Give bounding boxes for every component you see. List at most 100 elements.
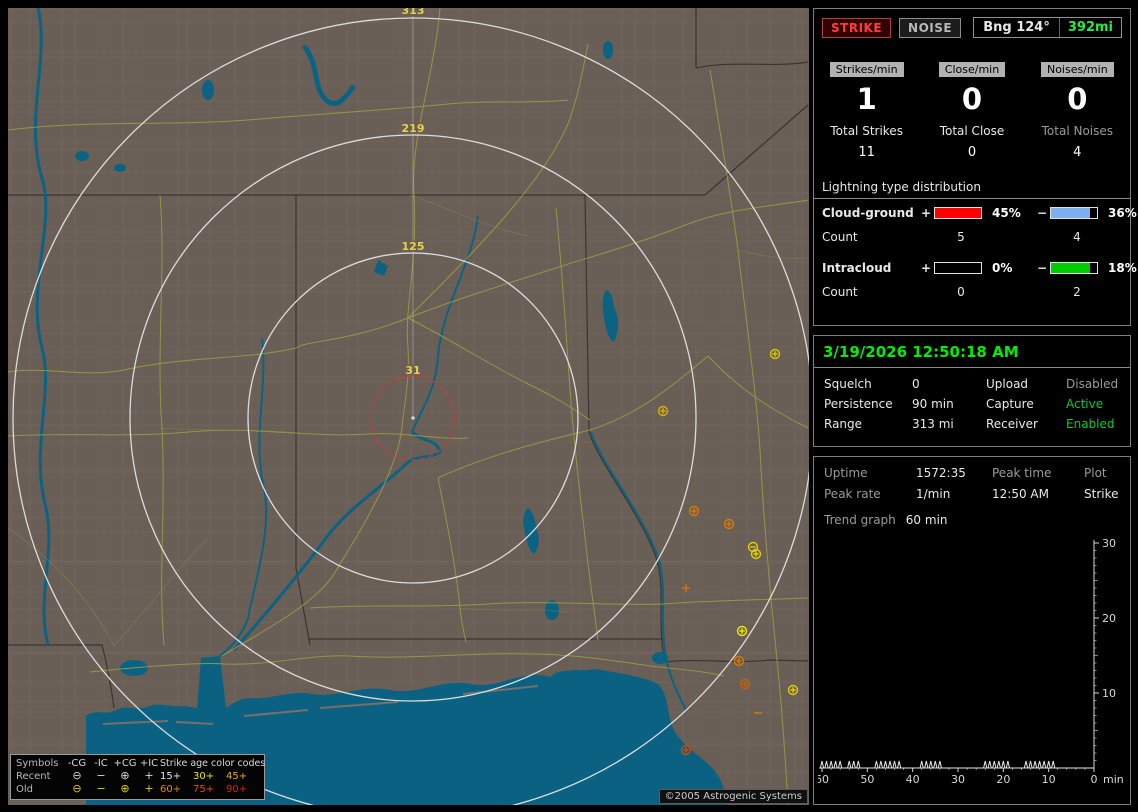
upload-value: Disabled (1066, 377, 1119, 391)
age-code-90: 90+ (226, 784, 248, 795)
positive-sign: + (920, 206, 932, 220)
svg-text:50: 50 (860, 773, 874, 785)
svg-text:20: 20 (1102, 612, 1116, 625)
cg-positive-bar (934, 207, 982, 219)
positive-sign: + (920, 261, 932, 275)
squelch-value: 0 (912, 377, 920, 391)
range-ring-label: 125 (402, 240, 425, 253)
age-code-60: 60+ (160, 784, 182, 795)
control-panel: STRIKE NOISE Bng 124° 392mi Strikes/min … (813, 8, 1137, 805)
cg-count-label: Count (822, 230, 858, 244)
svg-text:30: 30 (1102, 537, 1116, 550)
status-section: 3/19/2026 12:50:18 AM Squelch 0 Upload D… (813, 335, 1131, 447)
age-code-15: 15+ (160, 771, 182, 782)
intracloud-count-row: Count 0 2 (814, 280, 1130, 304)
strikes-per-min-button[interactable]: Strikes/min (829, 62, 904, 77)
age-code-30: 30+ (193, 771, 215, 782)
trend-graph-canvas: 30 20 10 60 50 40 30 20 10 0 min (815, 537, 1124, 786)
peak-time-value: 12:50 AM (992, 487, 1049, 501)
ic-positive-bar (934, 262, 982, 274)
close-per-min-button[interactable]: Close/min (938, 62, 1006, 77)
ic-negative-percent: 18% (1108, 261, 1137, 275)
trend-graph-label: Trend graph (824, 513, 896, 527)
range-ring-label: 219 (402, 122, 425, 135)
uptime-label: Uptime (824, 466, 868, 480)
svg-text:20: 20 (996, 773, 1010, 785)
range-value: 313 mi (912, 417, 954, 431)
age-code-75: 75+ (193, 784, 215, 795)
range-ring-label: 313 (402, 8, 425, 17)
trend-graph-window: 60 min (905, 513, 948, 527)
total-noises-label: Total Noises (1041, 124, 1114, 138)
svg-text:min: min (1103, 773, 1124, 785)
strikes-per-min-value: 1 (856, 82, 877, 116)
svg-text:30: 30 (951, 773, 965, 785)
legend-row-recent: Recent (16, 771, 51, 782)
total-noises-value: 4 (1073, 145, 1082, 160)
cg-positive-count: 5 (957, 230, 965, 244)
age-code-45: 45+ (226, 771, 248, 782)
copyright-notice: ©2005 Astrogenic Systems (658, 789, 808, 804)
noises-per-min-value: 0 (1067, 82, 1088, 116)
bearing-readout: Bng 124° 392mi (973, 17, 1122, 38)
cg-negative-percent: 36% (1108, 206, 1137, 220)
intracloud-row: Intracloud + 0% − 18% (814, 256, 1137, 280)
pos-ic-old-icon: + (144, 782, 154, 795)
map-view[interactable]: 313 219 125 31 Symbols -CG -IC +CG +IC Stri… (8, 8, 809, 805)
ic-negative-count: 2 (1073, 285, 1081, 299)
persistence-label: Persistence (824, 397, 893, 411)
legend-row-old: Old (16, 784, 33, 795)
svg-text:60: 60 (818, 773, 829, 785)
persistence-value: 90 min (912, 397, 954, 411)
total-strikes-value: 11 (858, 145, 875, 160)
total-close-value: 0 (967, 145, 977, 160)
squelch-label: Squelch (824, 377, 872, 391)
ic-positive-count: 0 (957, 285, 965, 299)
cloud-ground-count-row: Count 5 4 (814, 225, 1130, 249)
strikes-column: Strikes/min 1 Total Strikes 11 (814, 58, 919, 160)
noise-toggle-button[interactable]: NOISE (899, 17, 962, 38)
negative-sign: − (1036, 261, 1048, 275)
peak-time-label: Peak time (992, 466, 1052, 480)
svg-text:10: 10 (1102, 687, 1116, 700)
uptime-value: 1572:35 (916, 466, 966, 480)
peak-rate-value: 1/min (916, 487, 951, 501)
receiver-value: Enabled (1066, 417, 1115, 431)
cg-negative-bar (1050, 207, 1098, 219)
neg-cg-old-icon: ⊖ (72, 782, 82, 795)
noises-column: Noises/min 0 Total Noises 4 (1025, 58, 1130, 160)
close-per-min-value: 0 (961, 82, 983, 116)
plot-label: Plot (1084, 466, 1107, 480)
stats-section: STRIKE NOISE Bng 124° 392mi Strikes/min … (813, 8, 1137, 326)
strike-toggle-button[interactable]: STRIKE (822, 17, 892, 38)
ic-positive-percent: 0% (992, 261, 1013, 275)
upload-label: Upload (986, 377, 1029, 391)
legend-age-header: Strike age color codes (160, 758, 266, 769)
lightning-tracker-app: { "map": { "ring_labels": [ {"text": "31… (0, 0, 1138, 812)
cg-positive-percent: 45% (992, 206, 1021, 220)
range-ring-label: 31 (405, 364, 420, 377)
ic-negative-bar (1050, 262, 1098, 274)
date-time: 3/19/2026 12:50:18 AM (814, 336, 1130, 368)
total-strikes-label: Total Strikes (830, 124, 903, 138)
total-close-label: Total Close (939, 124, 1005, 138)
svg-text:40: 40 (906, 773, 920, 785)
trend-section: Uptime 1572:35 Peak time Plot Peak rate … (813, 456, 1131, 805)
svg-text:10: 10 (1042, 773, 1056, 785)
noises-per-min-button[interactable]: Noises/min (1040, 62, 1114, 77)
bearing-distance: 392mi (1067, 20, 1113, 35)
ic-count-label: Count (822, 285, 858, 299)
neg-ic-old-icon: − (96, 782, 106, 795)
distribution-title: Lightning type distribution (814, 180, 1130, 199)
peak-rate-label: Peak rate (824, 487, 881, 501)
symbol-legend: Symbols -CG -IC +CG +IC Strike age color… (10, 754, 265, 800)
map-canvas: 313 219 125 31 (8, 8, 809, 805)
cloud-ground-row: Cloud-ground + 45% − 36% (814, 201, 1137, 225)
receiver-label: Receiver (986, 417, 1038, 431)
range-label: Range (824, 417, 863, 431)
intracloud-label: Intracloud (822, 261, 892, 275)
svg-text:0: 0 (1091, 773, 1098, 785)
cloud-ground-label: Cloud-ground (822, 206, 914, 220)
capture-label: Capture (986, 397, 1034, 411)
plot-value: Strike (1084, 487, 1119, 501)
